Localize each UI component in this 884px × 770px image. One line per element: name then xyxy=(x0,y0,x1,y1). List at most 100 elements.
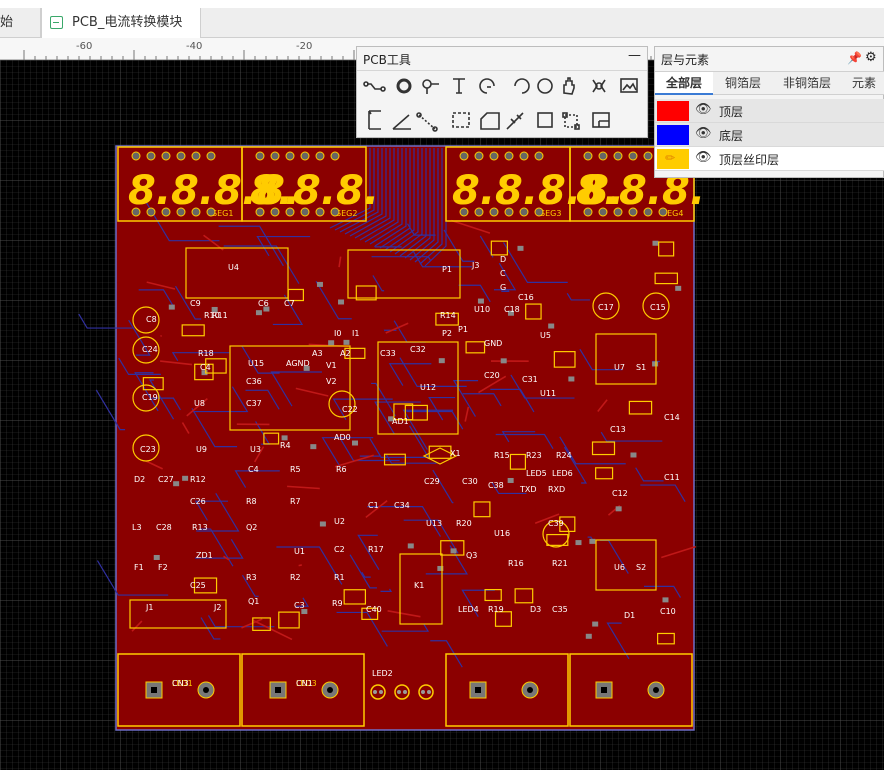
silk-label: R9 xyxy=(332,599,343,608)
silk-label: U8 xyxy=(194,399,205,408)
silk-label: R4 xyxy=(280,441,291,450)
silk-label: R17 xyxy=(368,545,384,554)
pencil-icon: ✏ xyxy=(665,151,676,165)
eye-icon[interactable]: 👁 xyxy=(695,126,712,141)
dimension-icon[interactable] xyxy=(368,110,381,130)
silk-label: D xyxy=(500,255,506,264)
connect-icon[interactable] xyxy=(416,112,438,132)
silk-label: U1 xyxy=(294,547,305,556)
tab-elements[interactable]: 元素 xyxy=(843,72,884,95)
silk-label: D3 xyxy=(530,605,541,614)
arc-icon[interactable] xyxy=(479,78,495,94)
silk-label: C30 xyxy=(462,477,478,486)
silk-label: C13 xyxy=(610,425,626,434)
angle-icon[interactable] xyxy=(392,114,411,130)
silk-label: C24 xyxy=(142,345,158,354)
tab-copper-layers[interactable]: 铜箔层 xyxy=(715,72,771,95)
silk-label: R1 xyxy=(334,573,345,582)
silk-label: R5 xyxy=(290,465,301,474)
silk-label: C23 xyxy=(140,445,156,454)
silk-label: R21 xyxy=(552,559,568,568)
silk-label: GND xyxy=(484,339,502,348)
silk-label: C27 xyxy=(158,475,174,484)
silk-label: CN1 xyxy=(296,679,313,688)
silk-label: C2 xyxy=(334,545,345,554)
layer-name: 顶层 xyxy=(719,105,744,119)
eye-icon[interactable]: 👁 xyxy=(695,150,712,165)
silk-label: R15 xyxy=(494,451,510,460)
silk-label: C7 xyxy=(284,299,295,308)
silk-label: R18 xyxy=(198,349,214,358)
ruler-label: -40 xyxy=(186,41,203,52)
tab-previous[interactable]: 始 xyxy=(0,8,41,38)
tab-pcb-current-label: PCB_电流转换模块 xyxy=(72,15,183,30)
jumper-icon[interactable] xyxy=(506,112,524,130)
layer-row-top-silkscreen[interactable]: ✏ 👁 顶层丝印层 xyxy=(655,147,884,171)
circle-icon[interactable] xyxy=(537,78,553,94)
silk-label: U3 xyxy=(250,445,261,454)
ruler-label: -20 xyxy=(296,41,313,52)
silk-label: C15 xyxy=(650,303,666,312)
silk-label: R16 xyxy=(508,559,524,568)
silk-label: U12 xyxy=(420,383,436,392)
silk-label: C19 xyxy=(142,393,158,402)
silk-label: C14 xyxy=(664,413,680,422)
silk-label: C40 xyxy=(366,605,382,614)
silk-label: U7 xyxy=(614,363,625,372)
seg2-digits: 8.8.8. xyxy=(250,168,379,214)
silk-label: Q3 xyxy=(466,551,477,560)
select-area-icon[interactable] xyxy=(562,112,580,130)
silk-label: C11 xyxy=(664,473,680,482)
tab-pcb-current[interactable]: PCB_电流转换模块 xyxy=(41,8,201,38)
layer-color-swatch[interactable] xyxy=(657,125,689,145)
minimize-button[interactable]: — xyxy=(628,48,641,63)
text-icon[interactable] xyxy=(453,78,465,94)
silk-label: C12 xyxy=(612,489,628,498)
tab-non-copper-layers[interactable]: 非铜箔层 xyxy=(773,72,841,95)
component-icon[interactable] xyxy=(592,79,606,93)
silk-label: C8 xyxy=(146,315,157,324)
gear-icon[interactable]: ⚙ xyxy=(865,50,877,65)
solid-region-icon[interactable] xyxy=(480,112,500,130)
silk-label: C32 xyxy=(410,345,426,354)
route-track-icon[interactable] xyxy=(363,81,386,92)
silk-label: P1 xyxy=(442,265,452,274)
silk-label: R13 xyxy=(192,523,208,532)
silk-label: C1 xyxy=(368,501,379,510)
silk-label: C16 xyxy=(518,293,534,302)
silk-label: F2 xyxy=(158,563,168,572)
layout-icon[interactable] xyxy=(592,112,610,128)
silk-label: C25 xyxy=(190,581,206,590)
layer-row-bottom[interactable]: 👁 底层 xyxy=(655,123,884,147)
silk-label: C22 xyxy=(342,405,358,414)
silk-label: U6 xyxy=(614,563,625,572)
pad-icon[interactable] xyxy=(422,79,439,94)
silk-label: U13 xyxy=(426,519,442,528)
eye-icon[interactable]: 👁 xyxy=(695,102,712,117)
via-icon[interactable] xyxy=(396,78,412,94)
silk-label: Q2 xyxy=(246,523,257,532)
silk-label: C4 xyxy=(248,465,259,474)
layer-row-top[interactable]: 👁 顶层 xyxy=(655,99,884,123)
silk-label: ZD1 xyxy=(196,551,213,560)
silk-label: F1 xyxy=(134,563,144,572)
silk-label: U4 xyxy=(228,263,239,272)
silk-label: R2 xyxy=(290,573,301,582)
pan-hand-icon[interactable] xyxy=(563,77,575,95)
silk-label: AD1 xyxy=(392,417,409,426)
silk-label: J1 xyxy=(145,603,153,612)
silk-label: G xyxy=(500,283,506,292)
rectangle-icon[interactable] xyxy=(537,112,553,128)
arc-center-icon[interactable] xyxy=(514,78,530,94)
image-icon[interactable] xyxy=(620,78,638,93)
silk-label: C29 xyxy=(424,477,440,486)
copper-area-icon[interactable] xyxy=(452,112,470,128)
pin-icon[interactable]: 📌 xyxy=(847,51,862,65)
tab-all-layers[interactable]: 全部层 xyxy=(655,72,713,95)
silk-label: C17 xyxy=(598,303,614,312)
silk-label: Q1 xyxy=(248,597,259,606)
layer-color-swatch[interactable] xyxy=(657,101,689,121)
silk-label: C38 xyxy=(488,481,504,490)
silk-label: U16 xyxy=(494,529,510,538)
silk-label: A3 xyxy=(312,349,323,358)
